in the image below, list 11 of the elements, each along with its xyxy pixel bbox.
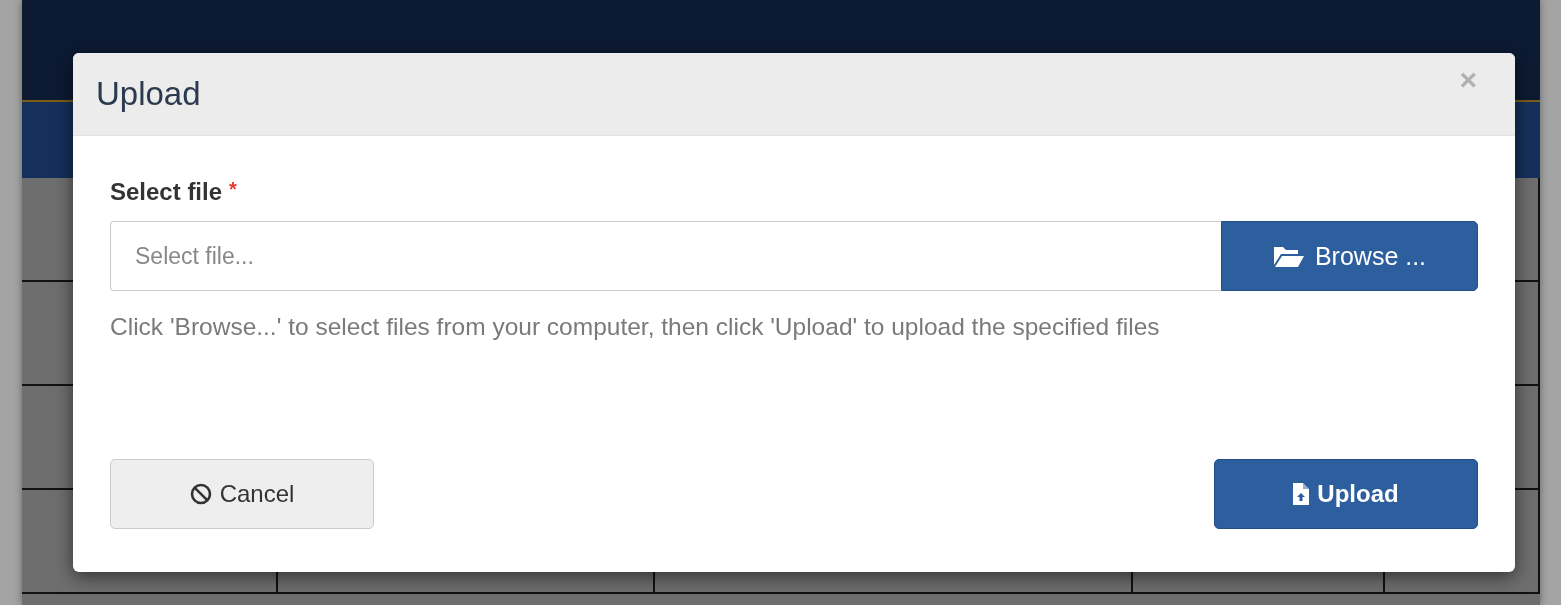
upload-button[interactable]: Upload [1214,459,1478,529]
field-label: Select file [110,178,223,206]
browse-button[interactable]: Browse ... [1221,221,1478,291]
dialog-title: Upload [96,75,201,113]
required-mark: * [229,178,237,201]
ban-icon [189,483,212,505]
file-input-field[interactable]: Select file... [110,221,1221,291]
cancel-button[interactable]: Cancel [110,459,374,529]
help-text: Click 'Browse...' to select files from your computer, then click 'Upload' to upload the specified files [110,313,1161,341]
file-upload-icon [1293,483,1310,505]
folder-icon [1272,244,1305,268]
